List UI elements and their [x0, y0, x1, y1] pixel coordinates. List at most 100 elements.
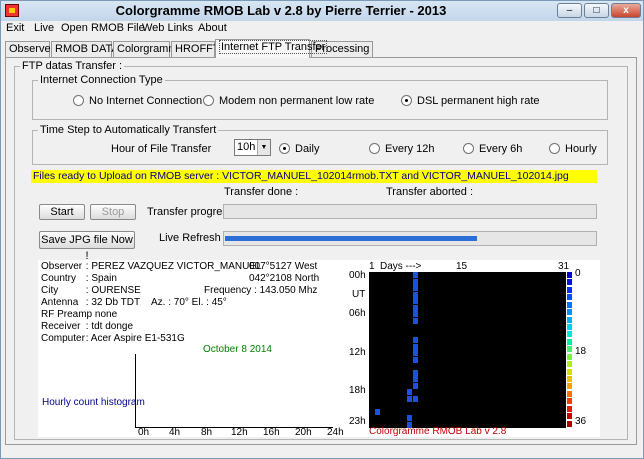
save-jpg-button[interactable]: Save JPG file Now !	[39, 231, 135, 262]
colorgramme-cell	[413, 285, 418, 291]
colorgramme-y-label: 12h	[349, 347, 366, 358]
computer-key: Computer	[41, 333, 85, 344]
tab-hrofft[interactable]: HROFFT	[171, 41, 220, 58]
frequency-value: Frequency : 143.050 Mhz	[204, 285, 318, 296]
radio-daily-label: Daily	[295, 143, 320, 155]
radio-hourly-label: Hourly	[565, 143, 597, 155]
longitude-value: 007°5127 West	[249, 261, 318, 272]
minimize-button[interactable]: –	[557, 3, 582, 18]
colorgramme-x-end: 31	[558, 261, 570, 272]
radio-no-internet-dot	[73, 95, 84, 106]
colorgramme-cell	[413, 298, 418, 304]
radio-every-6h-label: Every 6h	[479, 143, 523, 155]
live-refresh-fill	[225, 236, 477, 241]
tab-observer[interactable]: Observer	[5, 41, 54, 58]
tab-internet-ftp-transfer-label: Internet FTP Transfer	[219, 40, 328, 54]
histogram-label: Hourly count histogram	[42, 397, 145, 408]
menu-web-links[interactable]: Web Links	[142, 22, 193, 34]
radio-hourly[interactable]: Hourly	[549, 143, 597, 155]
colorgramme-cell	[407, 396, 412, 402]
tab-rmob-data[interactable]: RMOB DATA	[51, 41, 119, 58]
radio-daily[interactable]: Daily	[279, 143, 319, 155]
colorgramme-scale-cell	[567, 309, 572, 315]
live-refresh-bar	[223, 231, 597, 246]
city-value: OURENSE	[91, 285, 141, 296]
maximize-button[interactable]: □	[584, 3, 609, 18]
connection-type-group: Internet Connection Type No Internet Con…	[32, 74, 608, 120]
radio-no-internet[interactable]: No Internet Connection	[73, 95, 202, 107]
time-step-legend: Time Step to Automatically Transfert	[38, 124, 219, 136]
colorgramme-scale-cell	[567, 324, 572, 330]
close-button[interactable]: x	[611, 3, 641, 18]
colorgramme-scale-cell	[567, 376, 572, 382]
hour-of-transfer-label: Hour of File Transfer	[111, 143, 212, 155]
az-el-value: Az. : 70° El. : 45°	[151, 297, 227, 308]
radio-modem[interactable]: Modem non permanent low rate	[203, 95, 374, 107]
menu-bar: Exit Live Open RMOB File Web Links About	[1, 21, 643, 37]
menu-live[interactable]: Live	[34, 22, 54, 34]
colorgramme-cell	[375, 409, 380, 415]
radio-every-6h-dot	[463, 143, 474, 154]
colorgramme-scale-cell	[567, 346, 572, 352]
antenna-key: Antenna	[41, 297, 79, 308]
colorgramme-scale-cell	[567, 398, 572, 404]
latitude-value: 042°2108 North	[249, 273, 320, 284]
colorgramme-cell	[413, 337, 418, 343]
menu-about[interactable]: About	[198, 22, 227, 34]
transfer-progress-bar	[223, 204, 597, 219]
colorgramme-cell	[413, 272, 418, 278]
radio-every-12h[interactable]: Every 12h	[369, 143, 435, 155]
hour-select-value: 10h	[237, 141, 256, 153]
country-line: Country : Spain	[41, 273, 117, 284]
colorgramme-scale-cell	[567, 317, 572, 323]
colorgramme-scale-cell	[567, 413, 572, 419]
menu-open-rmob-file[interactable]: Open RMOB File	[61, 22, 145, 34]
country-key: Country	[41, 273, 77, 284]
colorgramme-scale-cell	[567, 354, 572, 360]
histogram-x-tick: 12h	[231, 427, 248, 438]
start-button[interactable]: Start	[39, 204, 85, 220]
observer-key: Observer	[41, 261, 83, 272]
colorgramme-scale-cell	[567, 294, 572, 300]
time-step-group: Time Step to Automatically Transfert Hou…	[32, 124, 608, 165]
country-value: Spain	[91, 273, 117, 284]
colorgramme-y-label: 00h	[349, 270, 366, 281]
rf-preamp-value: none	[94, 309, 118, 320]
radio-every-6h[interactable]: Every 6h	[463, 143, 522, 155]
colorgramme-scale-cell	[567, 287, 572, 293]
colorgramme-cell	[413, 383, 418, 389]
colorgramme-scale-cell	[567, 302, 572, 308]
window-title: Colorgramme RMOB Lab v 2.8 by Pierre Ter…	[115, 3, 447, 18]
colorgramme-y-label: UT	[352, 289, 366, 300]
app-window: Colorgramme RMOB Lab v 2.8 by Pierre Ter…	[0, 0, 644, 459]
radio-dsl[interactable]: DSL permanent high rate	[401, 95, 540, 107]
radio-modem-label: Modem non permanent low rate	[219, 95, 375, 107]
observer-info-panel: Observer : PEREZ VAZQUEZ VICTOR_MANUEL 0…	[38, 260, 358, 438]
city-line: City : OURENSE	[41, 285, 141, 296]
colorgramme-scale-cell	[567, 279, 572, 285]
city-key: City	[41, 285, 59, 296]
tab-internet-ftp-transfer[interactable]: Internet FTP Transfer	[215, 39, 328, 58]
rf-preamp-line: RF Preamp none	[41, 309, 117, 320]
colorgramme-cell	[413, 357, 418, 363]
transfer-done-label: Transfer done :	[224, 186, 299, 198]
colorgramme-scale-cell	[567, 406, 572, 412]
colorgramme-cell	[413, 350, 418, 356]
hour-select[interactable]: 10h ▼	[234, 139, 271, 156]
menu-exit[interactable]: Exit	[6, 22, 24, 34]
histogram-x-tick: 24h	[327, 427, 344, 438]
colorgramme-x-mid: 15	[456, 261, 468, 272]
colorgramme-scale-cell	[567, 361, 572, 367]
colorgramme-cell	[407, 415, 412, 421]
radio-no-internet-label: No Internet Connection	[89, 95, 203, 107]
tab-colorgramme[interactable]: Colorgramme	[113, 41, 184, 58]
colorgramme-footer: Colorgramme RMOB Lab v 2.8	[369, 426, 507, 437]
histogram-x-tick: 4h	[169, 427, 181, 438]
radio-dsl-dot	[401, 95, 412, 106]
colorgramme-scale-cell	[567, 331, 572, 337]
stop-button[interactable]: Stop	[90, 204, 136, 220]
colorgramme-scale-cell	[567, 339, 572, 345]
colorgramme-x-start: 1	[369, 261, 375, 272]
colorgramme-y-label: 06h	[349, 308, 366, 319]
live-refresh-label: Live Refresh	[159, 232, 221, 244]
